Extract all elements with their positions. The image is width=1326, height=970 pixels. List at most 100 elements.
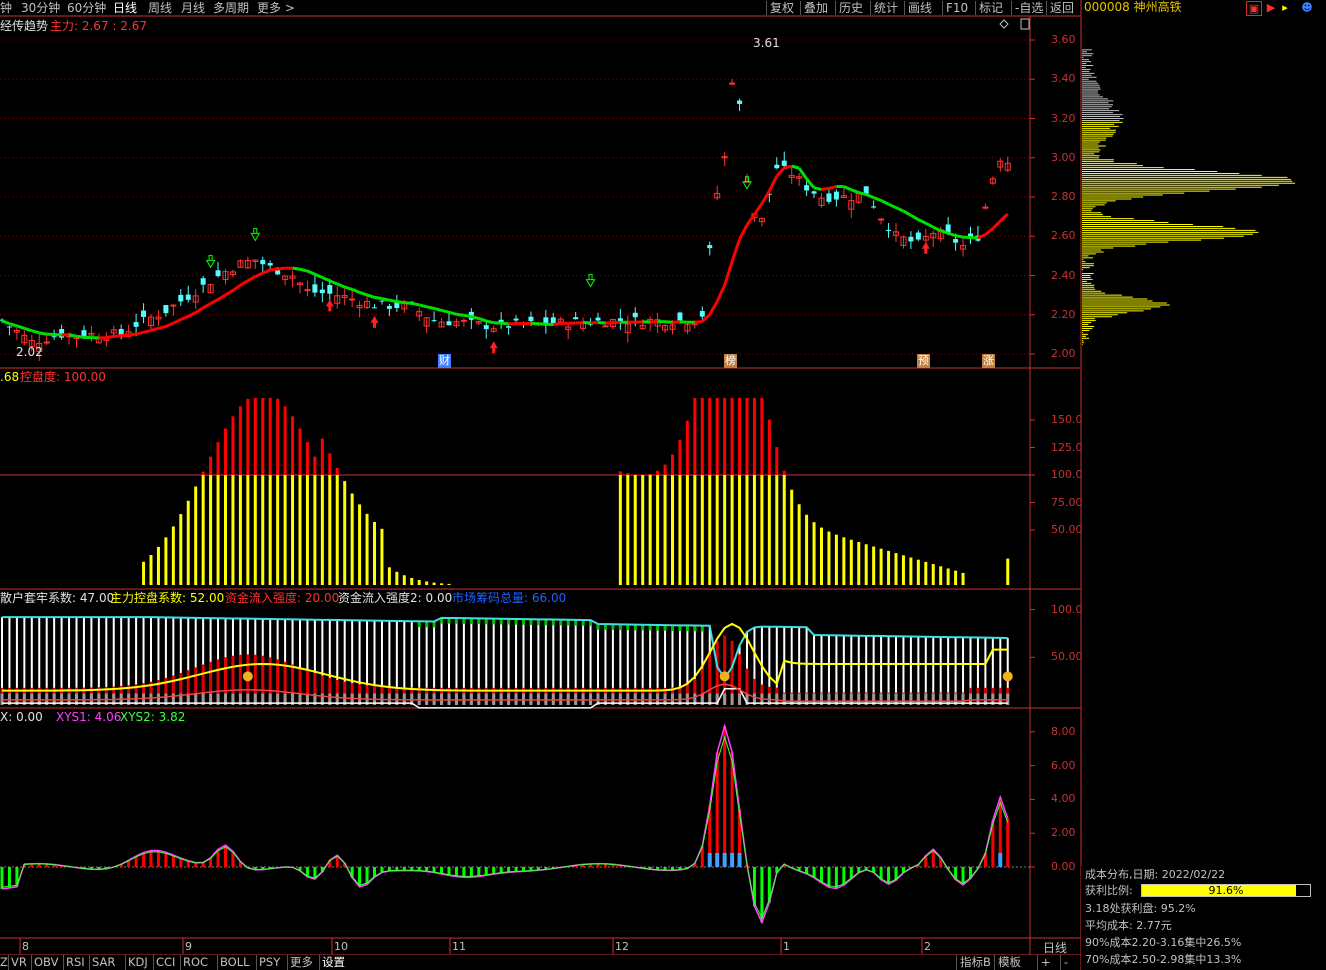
trend-line-segment: [753, 202, 764, 216]
trend-line-segment: [38, 331, 47, 336]
candle-body-down: [431, 320, 437, 322]
candle-body-up: [43, 341, 50, 344]
trend-line-segment: [485, 319, 495, 325]
candle-body-down: [386, 306, 392, 309]
trend-line-segment: [672, 320, 681, 324]
candle-body-down: [319, 289, 325, 294]
trend-line-segment: [381, 297, 390, 302]
candle-body-down: [51, 336, 57, 338]
trend-line-segment: [366, 293, 375, 299]
hand-icon: [1002, 671, 1013, 682]
candle-body-down: [826, 193, 832, 202]
x-tick: 1: [783, 940, 790, 953]
trend-line-segment: [501, 321, 509, 326]
trend-line-segment: [768, 175, 779, 192]
panel3-red-line: [1, 683, 1008, 703]
candle-body-up: [304, 289, 311, 292]
profit-ratio-label: 获利比例:: [1085, 884, 1133, 897]
indicator-right-tab-2[interactable]: +: [1041, 955, 1051, 970]
cost-90-range: 90%成本2.20-3.16集中26.5%: [1085, 936, 1242, 949]
ribbon-icons: ▣ ▶ ▸ ☻: [1244, 0, 1326, 16]
trend-line-segment: [76, 334, 85, 339]
indicator-tab-7[interactable]: ROC: [183, 955, 208, 970]
trend-line-segment: [150, 327, 159, 332]
trend-line-segment: [329, 279, 338, 286]
event-tag-3[interactable]: 涨: [982, 354, 995, 368]
event-tag-0[interactable]: 财: [438, 354, 451, 368]
panel4-label-1: XYS1: 4.06: [56, 710, 122, 724]
arrow-right-icon[interactable]: ▶: [1264, 1, 1278, 14]
trend-line-segment: [194, 306, 204, 314]
indicator-right-tab-3[interactable]: -: [1064, 955, 1068, 970]
indicator-right-tab-0[interactable]: 指标B: [960, 955, 991, 970]
tab-separator: [1037, 955, 1038, 970]
trend-line-segment: [730, 238, 741, 262]
tab-separator: [994, 955, 995, 970]
trend-line-segment: [202, 302, 212, 310]
hand-icon: [242, 671, 253, 682]
panel3-label-4: 市场筹码总量: 66.00: [452, 591, 567, 605]
trend-line-segment: [351, 288, 361, 294]
candle-body-down: [185, 294, 191, 300]
xys1-line: [1, 723, 1009, 925]
buy-arrow-icon: [370, 315, 379, 328]
trend-line-segment: [865, 193, 875, 199]
trend-line-segment: [917, 218, 927, 225]
trend-line-segment: [947, 231, 957, 238]
x-tick: 12: [615, 940, 629, 953]
trend-line-segment: [843, 185, 852, 192]
indicator-tab-3[interactable]: RSI: [66, 955, 85, 970]
candle-body-down: [781, 160, 787, 166]
candle-body-down: [506, 326, 512, 328]
trend-line-segment: [239, 279, 249, 287]
indicator-right-tab-1[interactable]: 模板: [998, 955, 1021, 970]
trend-line-segment: [858, 191, 867, 196]
tab-separator: [217, 955, 218, 970]
price-tick: 2.40: [1051, 268, 1076, 282]
coin-icon: [719, 671, 730, 682]
indicator-tab-0[interactable]: Z: [0, 955, 8, 970]
cost-70-range: 70%成本2.50-2.98集中13.3%: [1085, 953, 1242, 966]
event-tag-1[interactable]: 榜: [724, 354, 737, 368]
indicator-tab-11[interactable]: 设置: [322, 955, 345, 970]
trend-line-segment: [247, 275, 257, 283]
buy-arrow-icon: [489, 341, 498, 354]
panel2-prefix: .68: [0, 370, 20, 384]
trend-line-segment: [232, 283, 242, 292]
play-icon[interactable]: ▸: [1278, 1, 1292, 14]
indicator-tab-8[interactable]: BOLL: [220, 955, 250, 970]
indicator-tab-1[interactable]: VR: [11, 955, 27, 970]
trend-line-segment: [277, 266, 286, 271]
trend-line-segment: [31, 329, 40, 335]
trend-line-segment: [418, 303, 428, 309]
panel4-tick: 2.00: [1051, 826, 1076, 840]
trend-line-segment: [821, 186, 830, 191]
panel3-label-1: 主力控盘系数: 52.00: [110, 591, 225, 605]
indicator-tab-4[interactable]: SAR: [92, 955, 115, 970]
panel1-diamond-icon: [999, 19, 1009, 29]
panel3-yellow-line: [1, 622, 1008, 692]
indicator-tab-6[interactable]: CCI: [156, 955, 175, 970]
indicator-tab-2[interactable]: OBV: [34, 955, 58, 970]
trend-line-segment: [336, 282, 346, 289]
price-tick: 2.80: [1051, 190, 1076, 203]
candle-body-down: [774, 164, 780, 169]
indicator-tab-5[interactable]: KDJ: [128, 955, 148, 970]
trend-line-segment: [411, 301, 420, 307]
indicator-tab-9[interactable]: PSY: [259, 955, 280, 970]
candle-body-down: [215, 270, 221, 277]
candle-body-down: [573, 317, 579, 320]
buy-arrow-icon: [921, 241, 930, 254]
panel3-cyan-line: [2, 616, 1008, 681]
person-icon[interactable]: ☻: [1300, 1, 1314, 14]
trend-line-segment: [828, 185, 837, 190]
event-tag-2[interactable]: 预: [917, 354, 930, 368]
trend-line-segment: [679, 320, 688, 324]
trend-line-segment: [873, 196, 882, 202]
flag-icon[interactable]: ▣: [1246, 1, 1262, 16]
indicator-tab-10[interactable]: 更多: [290, 955, 313, 970]
candle-body-down: [178, 294, 184, 302]
candle-body-down: [200, 278, 206, 285]
period-label[interactable]: 日线: [1043, 941, 1067, 955]
panel1-peak-label: 3.61: [753, 36, 780, 50]
